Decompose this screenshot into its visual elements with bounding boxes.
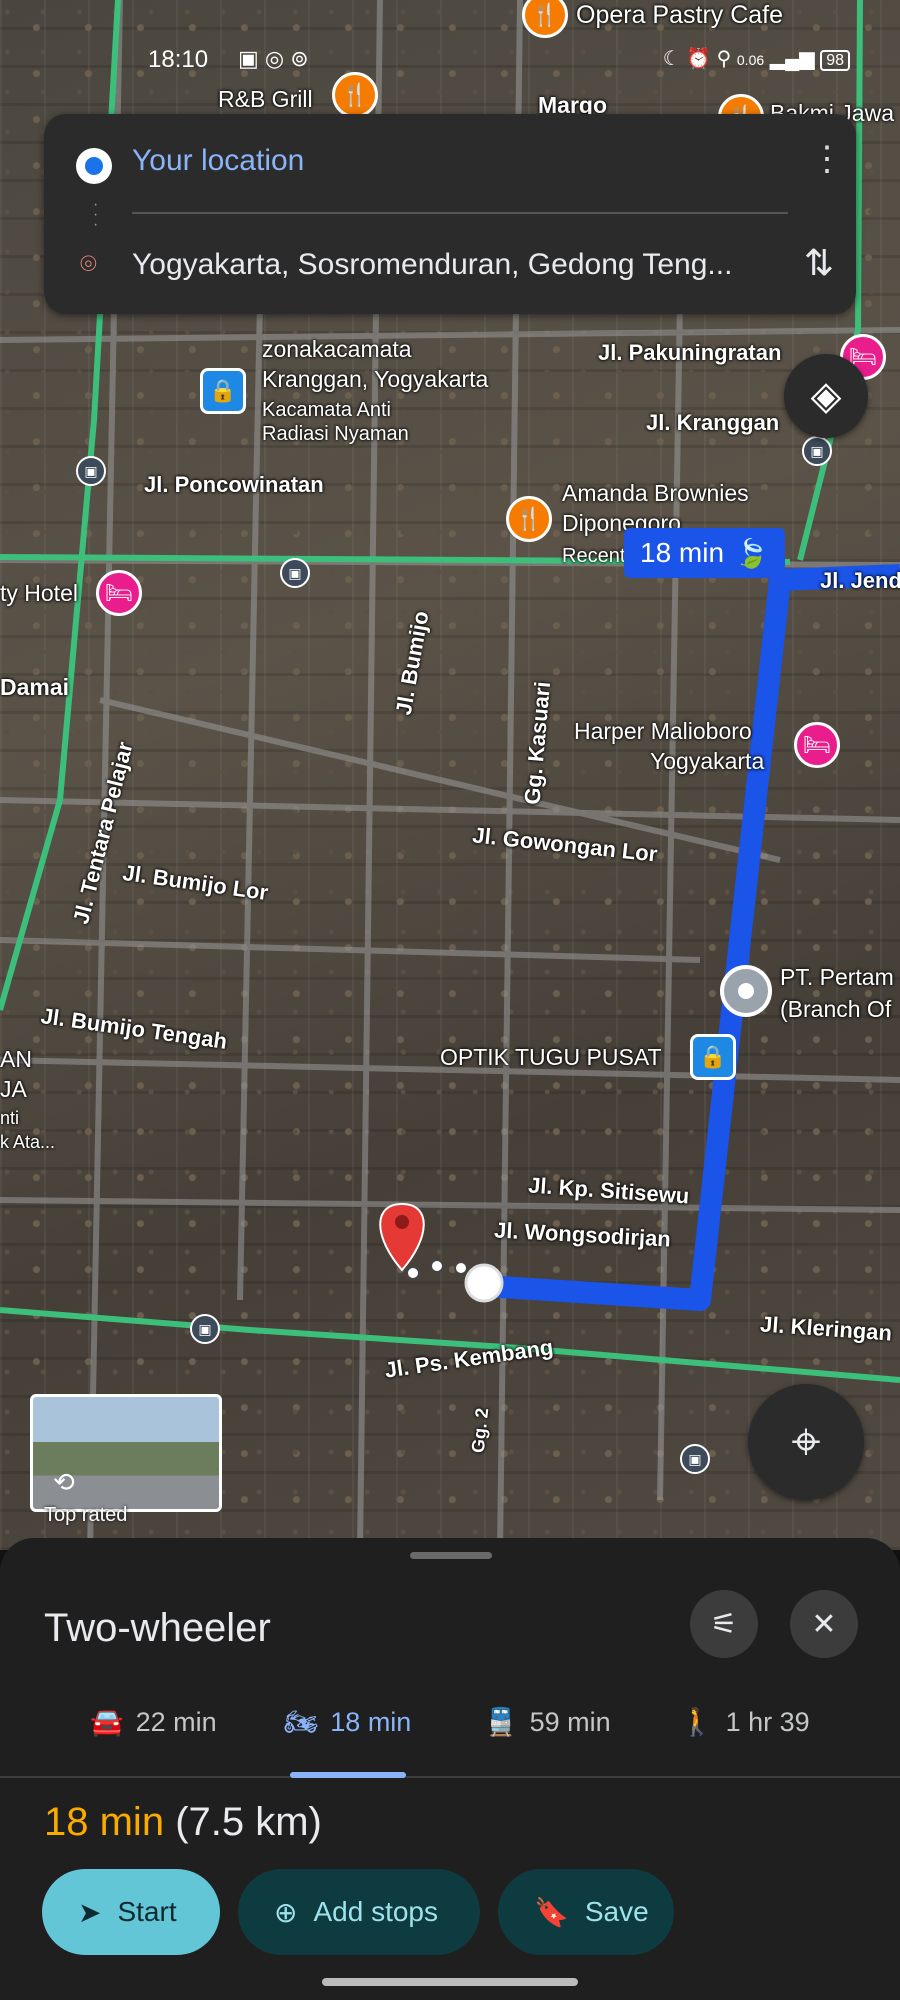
poi-label: Damai: [0, 674, 70, 700]
poi-label: Opera Pastry Cafe: [576, 1, 784, 29]
battery-icon: 98: [820, 50, 850, 71]
poi-label: k Ata...: [0, 1132, 56, 1152]
bus-stop-icon[interactable]: ▣: [802, 436, 832, 466]
poi-label: nti: [0, 1108, 20, 1128]
street-view-icon: ⟲: [53, 1467, 75, 1497]
add-stops-label: Add stops: [313, 1896, 438, 1927]
route-summary: 18 min (7.5 km): [44, 1800, 322, 1845]
poi-label: Kacamata Anti: [262, 399, 391, 421]
dnd-icon: ☾: [662, 48, 681, 70]
walk-icon: 🚶: [680, 1707, 714, 1737]
status-bar: 18:10 ▣ ◎ ⊚ ☾ ⏰ ⚲ 0.06 ▂▄▆ 98: [0, 40, 900, 80]
tab-label: 1 hr 39: [725, 1706, 810, 1737]
status-time: 18:10: [148, 46, 209, 73]
bus-stop-icon[interactable]: ▣: [280, 558, 310, 588]
status-right-icons: ☾ ⏰ ⚲ 0.06 ▂▄▆ 98: [663, 46, 850, 71]
street-label: Jl. Poncowinatan: [144, 472, 324, 497]
train-icon: 🚆: [484, 1707, 518, 1737]
crosshair-icon: ⌖: [791, 1412, 821, 1471]
restaurant-pin-icon[interactable]: 🍴: [506, 496, 552, 542]
battery-level: 98: [826, 52, 844, 69]
destination-field[interactable]: Yogyakarta, Sosromenduran, Gedong Teng..…: [132, 248, 732, 282]
tab-walk[interactable]: 🚶 1 hr 39: [680, 1706, 810, 1738]
poi-label: ty Hotel: [0, 580, 78, 606]
sliders-icon: ⚟: [710, 1607, 738, 1641]
origin-field[interactable]: Your location: [132, 144, 304, 178]
street-label: Jl. Kranggan: [646, 410, 780, 435]
hotel-pin-icon[interactable]: 🛏: [96, 570, 142, 616]
directions-card: Your location ⋮ · · · ⌾ Yogyakarta, Sosrom…: [44, 114, 856, 314]
swap-icon[interactable]: ⇅: [804, 242, 834, 284]
shopping-bag-icon[interactable]: 🔒: [690, 1034, 736, 1080]
poi-label: R&B Grill: [218, 86, 313, 112]
bus-stop-icon[interactable]: ▣: [190, 1314, 220, 1344]
add-location-icon: ⊕: [274, 1896, 298, 1928]
street-label: Jl. Pakuningratan: [598, 340, 782, 365]
street-label: Jl. Jenderal: [820, 568, 900, 593]
start-button[interactable]: ➤ Start: [42, 1869, 220, 1955]
tab-transit[interactable]: 🚆 59 min: [484, 1706, 611, 1738]
more-options-icon[interactable]: ⋮: [810, 142, 844, 176]
divider: [132, 212, 788, 214]
my-location-button[interactable]: ⌖: [748, 1384, 864, 1500]
tab-label: 59 min: [529, 1706, 611, 1737]
poi-label: AN: [0, 1046, 32, 1072]
travel-mode-tabs: 🚘 22 min 🏍 18 min 🚆 59 min 🚶 1 hr 39: [0, 1686, 900, 1778]
leaf-icon: 🍃: [734, 537, 769, 569]
route-options-button[interactable]: ⚟: [690, 1590, 758, 1658]
layers-button[interactable]: ◈: [784, 354, 868, 438]
route-duration-badge[interactable]: 18 min 🍃: [624, 528, 785, 578]
signal-icon: ▂▄▆: [769, 48, 815, 70]
save-button[interactable]: 🔖 Save: [498, 1869, 674, 1955]
origin-dot-icon: [76, 148, 112, 184]
poi-label: (Branch Of: [780, 996, 892, 1022]
active-tab-indicator: [290, 1772, 406, 1778]
shopping-bag-icon[interactable]: 🔒: [200, 368, 246, 414]
destination-pin-icon: ⌾: [80, 248, 97, 279]
poi-label: zonakacamata: [262, 336, 412, 362]
notification-icons: ▣ ◎ ⊚: [238, 46, 309, 71]
motorcycle-icon: 🏍: [284, 1707, 319, 1737]
poi-label: Recent: [562, 545, 626, 567]
poi-label: Kranggan, Yogyakarta: [262, 366, 489, 392]
route-dots-icon: · · ·: [93, 196, 99, 233]
poi-label: Radiasi Nyaman: [262, 423, 409, 445]
poi-label: JA: [0, 1076, 27, 1102]
hotel-pin-icon[interactable]: 🛏: [794, 722, 840, 768]
home-indicator[interactable]: [322, 1978, 578, 1986]
close-button[interactable]: ✕: [790, 1590, 858, 1658]
summary-time: 18 min: [44, 1800, 165, 1844]
location-icon: ⚲: [716, 48, 732, 70]
tab-label: 18 min: [330, 1706, 412, 1737]
save-label: Save: [584, 1896, 649, 1927]
tab-two-wheeler[interactable]: 🏍 18 min: [284, 1706, 411, 1738]
alarm-icon: ⏰: [686, 48, 712, 70]
poi-label: Yogyakarta: [650, 748, 765, 774]
network-speed: 0.06: [736, 52, 765, 68]
bottom-sheet: Two-wheeler ⚟ ✕ 🚘 22 min 🏍 18 min 🚆 59 m…: [0, 1538, 900, 2000]
start-label: Start: [117, 1896, 177, 1927]
tab-car[interactable]: 🚘 22 min: [90, 1706, 217, 1738]
close-icon: ✕: [811, 1607, 837, 1641]
add-stops-button[interactable]: ⊕ Add stops: [238, 1869, 480, 1955]
drag-handle[interactable]: [410, 1552, 492, 1559]
bus-stop-icon[interactable]: ▣: [680, 1444, 710, 1474]
poi-label: Harper Malioboro: [574, 718, 752, 744]
travel-mode-title: Two-wheeler: [44, 1606, 271, 1650]
poi-label: OPTIK TUGU PUSAT: [440, 1044, 662, 1070]
bus-stop-icon[interactable]: ▣: [76, 456, 106, 486]
route-duration-label: 18 min: [640, 537, 725, 568]
navigation-arrow-icon: ➤: [78, 1896, 102, 1928]
street-view-thumbnail[interactable]: ⟲: [30, 1394, 222, 1512]
tab-label: 22 min: [135, 1706, 217, 1737]
summary-distance: (7.5 km): [175, 1800, 322, 1844]
layers-icon: ◈: [810, 374, 842, 418]
street-view-label: Top rated: [44, 1504, 128, 1526]
bookmark-icon: 🔖: [534, 1896, 569, 1928]
poi-label: PT. Pertam: [780, 964, 894, 990]
car-icon: 🚘: [90, 1707, 124, 1737]
poi-label: Amanda Brownies: [562, 480, 749, 506]
